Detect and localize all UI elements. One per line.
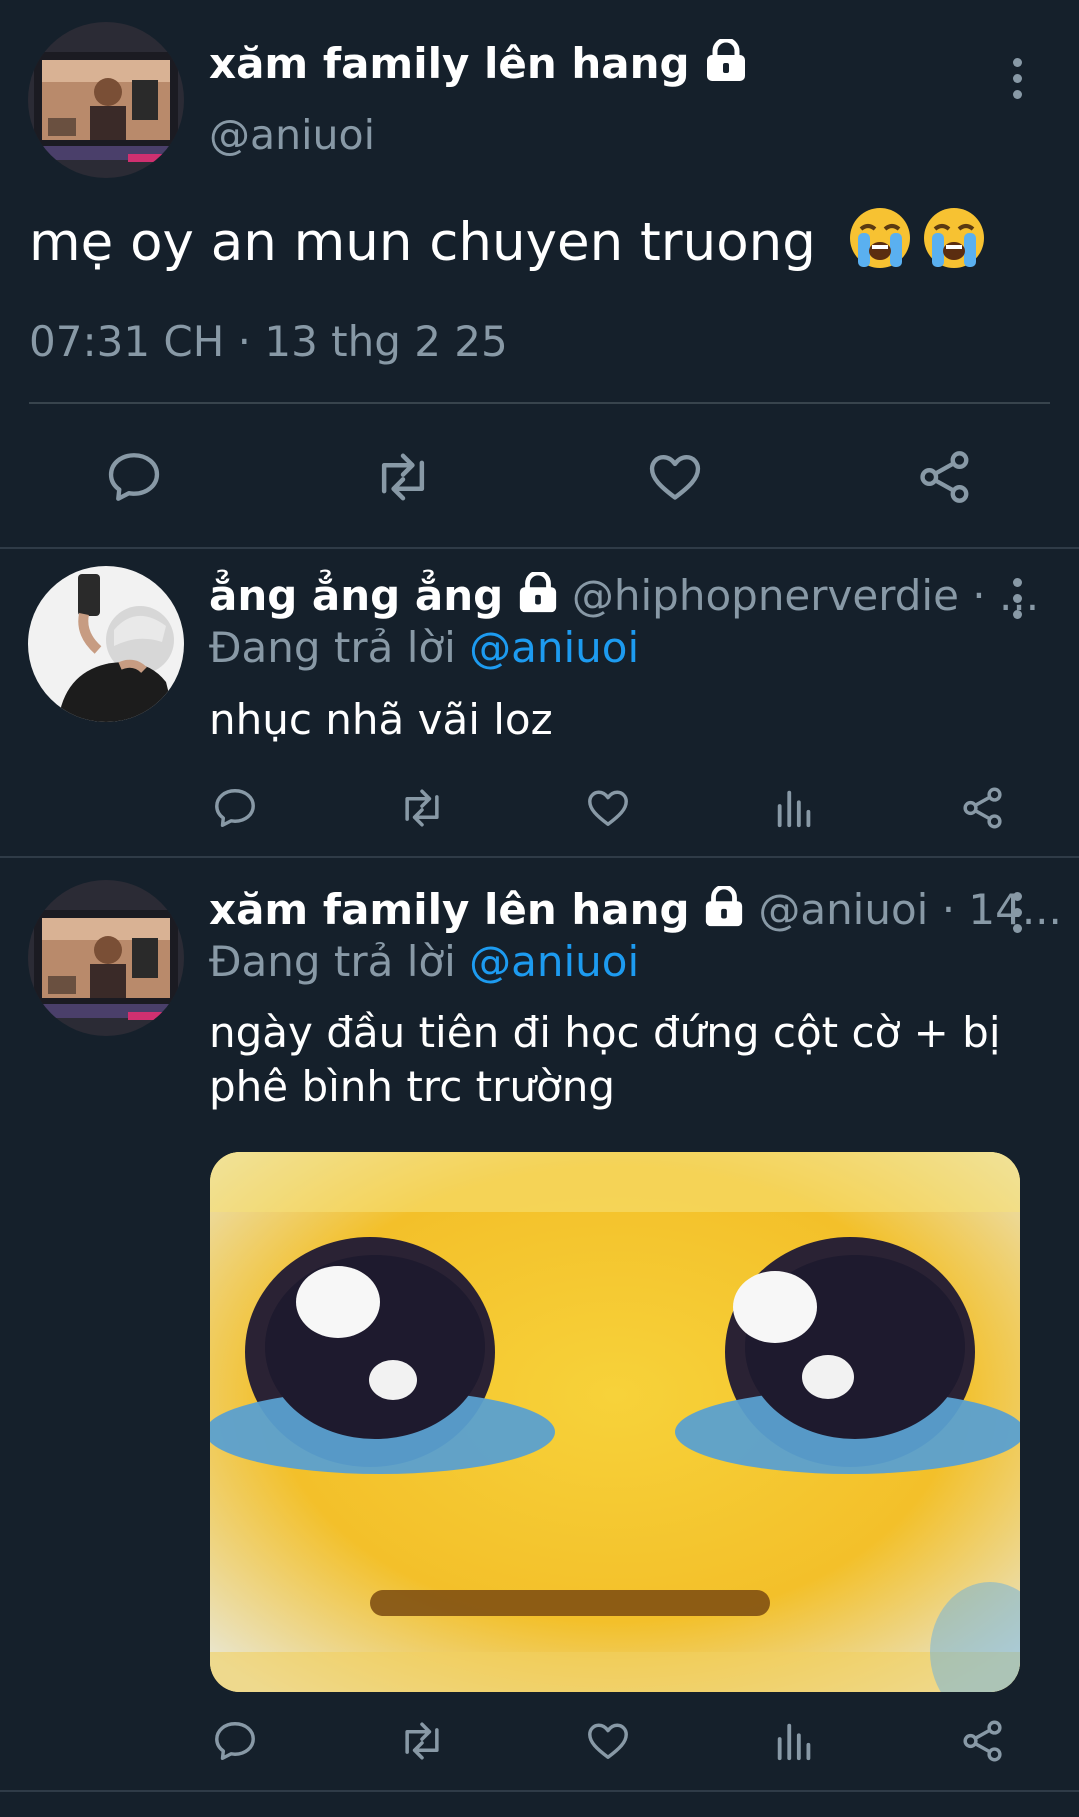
like-icon[interactable] [585,1718,631,1764]
avatar-photo-tv-icon [28,22,184,178]
reply-2-avatar[interactable] [28,880,184,1036]
reply-2-media-image[interactable] [210,1152,1020,1692]
views-icon[interactable] [772,785,818,831]
crying-face-image-icon [210,1152,1020,1692]
reply-2-display-name[interactable]: xăm family lên hang [209,885,690,934]
crying-emoji-icon [847,205,997,286]
reply-icon[interactable] [212,1718,258,1764]
reply-icon[interactable] [105,448,163,506]
avatar-photo-tv-icon [28,880,184,1036]
main-tweet-handle[interactable]: @aniuoi [209,110,375,160]
section-divider [0,547,1079,549]
main-tweet-avatar[interactable] [28,22,184,178]
retweet-icon[interactable] [370,448,436,506]
reply-2-text-line-2: phê bình trc trường [209,1062,615,1111]
reply-icon[interactable] [212,785,258,831]
avatar-photo-person-icon [28,566,184,722]
main-tweet-display-name[interactable]: xăm family lên hang [209,39,690,88]
retweet-icon[interactable] [396,785,448,831]
retweet-icon[interactable] [396,1718,448,1764]
main-tweet-timestamp[interactable]: 07:31 CH · 13 thg 2 25 [29,316,508,368]
reply-1-replying-to-link[interactable]: @aniuoi [469,623,639,672]
reply-1-display-name[interactable]: ẳng ẳng ẳng [209,571,503,620]
reply-2-replying-to-link[interactable]: @aniuoi [469,937,639,986]
reply-1-handle-time[interactable]: @hiphopnerverdie · ... [572,571,1039,620]
like-icon[interactable] [645,448,705,506]
lock-icon [517,570,559,626]
more-options-icon[interactable] [1011,578,1023,626]
lock-icon [704,37,748,95]
reply-2-text-line-1: ngày đầu tiên đi học đứng cột cờ + bị [209,1008,1001,1057]
main-tweet-text: mẹ oy an mun chuyen truong [29,212,816,274]
reply-1-replying-prefix: Đang trả lời [209,623,456,672]
section-divider [0,1790,1079,1792]
section-divider [0,856,1079,858]
share-icon[interactable] [916,448,974,506]
like-icon[interactable] [585,785,631,831]
main-tweet-divider [29,402,1050,404]
reply-1-avatar[interactable] [28,566,184,722]
reply-2-replying-prefix: Đang trả lời [209,937,456,986]
share-icon[interactable] [960,1718,1006,1764]
more-options-icon[interactable] [1011,892,1023,940]
lock-icon [703,884,745,940]
views-icon[interactable] [772,1718,818,1764]
reply-1-text: nhục nhã vãi loz [209,695,553,744]
share-icon[interactable] [960,785,1006,831]
more-options-icon[interactable] [1011,58,1023,106]
